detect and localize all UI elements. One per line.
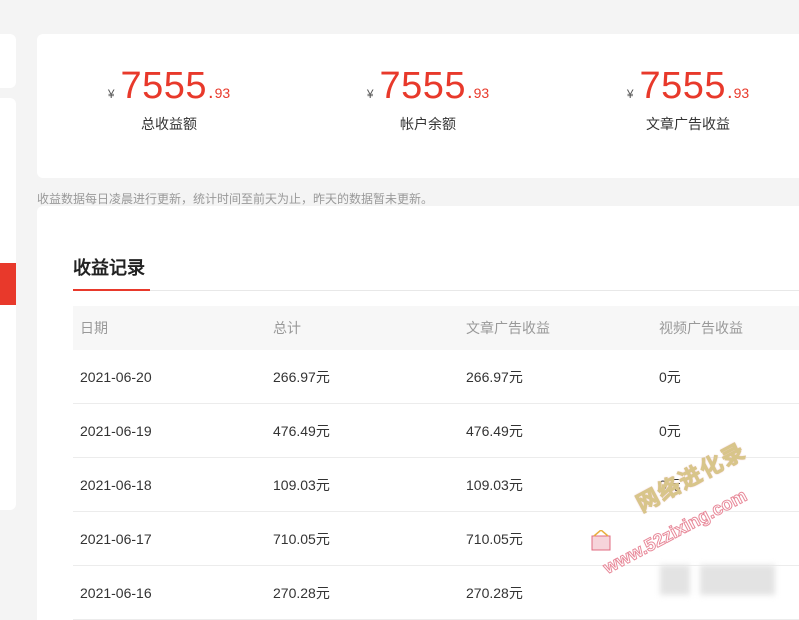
table-row: 2021-06-17 710.05元 710.05元 [73, 512, 799, 566]
column-header-total: 总计 [273, 320, 301, 336]
sidebar-active-item[interactable] [0, 263, 16, 305]
cell-date: 2021-06-20 [80, 368, 152, 385]
cell-article-ad: 266.97元 [466, 368, 523, 385]
cell-date: 2021-06-17 [80, 530, 152, 547]
amount-integer: 7555 [639, 65, 727, 107]
amount-integer: 7555 [379, 65, 467, 107]
cell-date: 2021-06-16 [80, 584, 152, 601]
title-divider [73, 290, 799, 291]
column-header-article-ad: 文章广告收益 [466, 320, 550, 336]
amount-decimal: 93 [733, 85, 750, 101]
amount-decimal-point: . [208, 81, 214, 103]
stat-label: 帐户余额 [400, 116, 456, 132]
amount-decimal-point: . [467, 81, 473, 103]
cell-article-ad: 710.05元 [466, 530, 523, 547]
cell-date: 2021-06-18 [80, 476, 152, 493]
currency-symbol: ¥ [366, 87, 374, 101]
currency-symbol: ¥ [107, 87, 115, 101]
cell-date: 2021-06-19 [80, 422, 152, 439]
records-title: 收益记录 [73, 258, 145, 278]
cell-article-ad: 109.03元 [466, 476, 523, 493]
amount-integer: 7555 [120, 65, 208, 107]
title-underline [73, 289, 150, 291]
cell-total: 710.05元 [273, 530, 330, 547]
stat-amount: ¥ 7555 . 93 [69, 64, 269, 108]
column-header-date: 日期 [80, 320, 108, 336]
cell-article-ad: 476.49元 [466, 422, 523, 439]
stat-article-ad-earnings: ¥ 7555 . 93 文章广告收益 [588, 64, 788, 134]
earnings-page: ¥ 7555 . 93 总收益额 ¥ 7555 . 93 帐户余额 ¥ 7555… [0, 0, 799, 620]
cell-article-ad: 270.28元 [466, 584, 523, 601]
stat-label: 文章广告收益 [646, 116, 730, 132]
blurred-value [700, 565, 775, 595]
sidebar-top-panel [0, 34, 16, 88]
data-update-note: 收益数据每日凌晨进行更新，统计时间至前天为止，昨天的数据暂未更新。 [37, 192, 434, 206]
amount-decimal: 93 [473, 85, 490, 101]
cell-total: 266.97元 [273, 368, 330, 385]
stat-amount: ¥ 7555 . 93 [588, 64, 788, 108]
stat-total-earnings: ¥ 7555 . 93 总收益额 [69, 64, 269, 134]
cell-total: 109.03元 [273, 476, 330, 493]
cell-total: 476.49元 [273, 422, 330, 439]
earnings-records-card: 收益记录 日期 总计 文章广告收益 视频广告收益 2021-06-20 266.… [37, 206, 799, 620]
column-header-video-ad: 视频广告收益 [659, 320, 743, 336]
table-row: 2021-06-19 476.49元 476.49元 0元 [73, 404, 799, 458]
table-row: 2021-06-20 266.97元 266.97元 0元 [73, 350, 799, 404]
cell-video-ad: 0元 [659, 476, 681, 493]
cell-video-ad: 0元 [659, 368, 681, 385]
stat-label: 总收益额 [141, 116, 197, 132]
stat-amount: ¥ 7555 . 93 [328, 64, 528, 108]
table-row: 2021-06-16 270.28元 270.28元 [73, 566, 799, 620]
table-header: 日期 总计 文章广告收益 视频广告收益 [73, 306, 799, 350]
cell-video-ad: 0元 [659, 422, 681, 439]
earnings-summary-card: ¥ 7555 . 93 总收益额 ¥ 7555 . 93 帐户余额 ¥ 7555… [37, 34, 799, 178]
earnings-table: 日期 总计 文章广告收益 视频广告收益 2021-06-20 266.97元 2… [73, 306, 799, 620]
blurred-value [660, 565, 690, 595]
amount-decimal: 93 [214, 85, 231, 101]
currency-symbol: ¥ [626, 87, 634, 101]
table-row: 2021-06-18 109.03元 109.03元 0元 [73, 458, 799, 512]
amount-decimal-point: . [727, 81, 733, 103]
stat-account-balance: ¥ 7555 . 93 帐户余额 [328, 64, 528, 134]
cell-total: 270.28元 [273, 584, 330, 601]
